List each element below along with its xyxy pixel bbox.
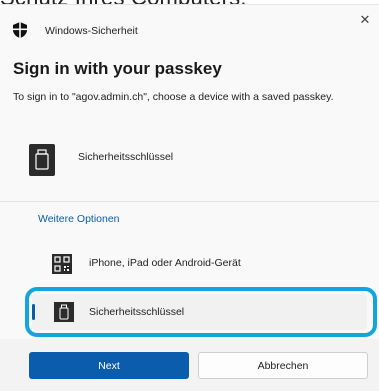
dialog-heading: Sign in with your passkey xyxy=(13,59,222,78)
title-bar: Windows-Sicherheit ✕ xyxy=(0,5,379,53)
close-icon[interactable]: ✕ xyxy=(358,13,372,27)
app-title: Windows-Sicherheit xyxy=(45,25,138,37)
usb-key-icon xyxy=(54,302,74,322)
option-phone-label: iPhone, iPad oder Android-Gerät xyxy=(89,257,241,269)
selection-indicator xyxy=(32,304,35,320)
next-button[interactable]: Next xyxy=(29,352,189,379)
qr-code-icon xyxy=(52,254,72,274)
passkey-dialog: Windows-Sicherheit ✕ Sign in with your p… xyxy=(0,4,379,391)
shield-icon xyxy=(13,22,27,38)
option-security-key-label: Sicherheitsschlüssel xyxy=(89,306,185,318)
more-options-link[interactable]: Weitere Optionen xyxy=(38,213,120,225)
primary-device-label: Sicherheitsschlüssel xyxy=(78,151,174,163)
dialog-description: To sign in to "agov.admin.ch", choose a … xyxy=(13,91,334,103)
option-security-key[interactable]: Sicherheitsschlüssel xyxy=(32,294,367,330)
cancel-button[interactable]: Abbrechen xyxy=(198,352,368,379)
option-phone[interactable]: iPhone, iPad oder Android-Gerät xyxy=(37,245,370,281)
usb-key-icon xyxy=(29,144,55,176)
dialog-footer: Next Abbrechen xyxy=(0,339,379,391)
divider xyxy=(0,201,379,202)
